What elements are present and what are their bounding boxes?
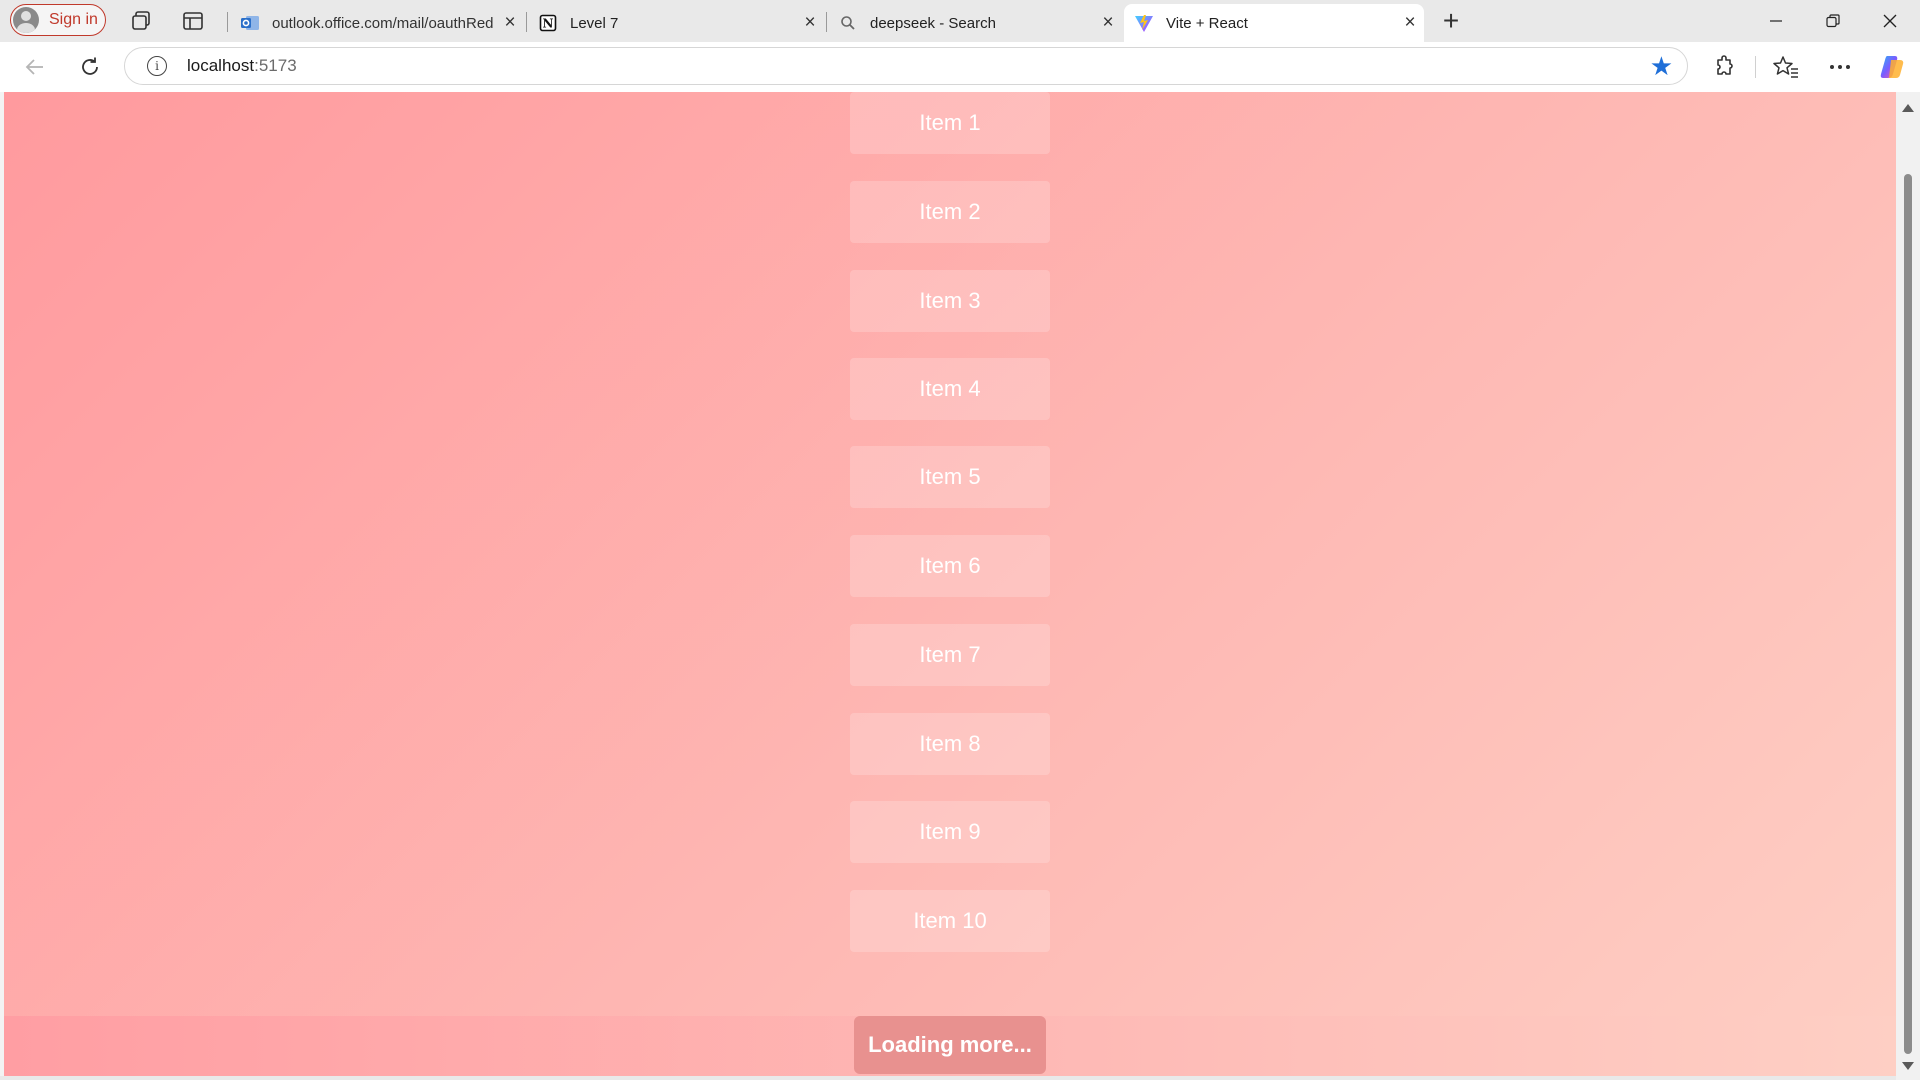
vertical-tabs-icon[interactable]: [180, 8, 206, 34]
favorite-star-icon[interactable]: ★: [1650, 52, 1673, 80]
refresh-icon[interactable]: [75, 52, 105, 82]
address-bar[interactable]: i localhost:5173 ★: [124, 47, 1688, 85]
list-item: Item 8: [850, 713, 1050, 775]
tab-title: deepseek - Search: [870, 14, 996, 32]
tab-vite-react[interactable]: Vite + React ×: [1124, 4, 1424, 42]
workspaces-icon[interactable]: [128, 8, 154, 34]
avatar: [13, 7, 39, 33]
tab-deepseek-search[interactable]: deepseek - Search ×: [828, 4, 1122, 42]
tab-strip: Sign in outlook.office.com/mail/oauthRed…: [0, 0, 1920, 42]
list-item: Item 2: [850, 181, 1050, 243]
loading-indicator: Loading more...: [854, 1016, 1046, 1074]
list-item: Item 5: [850, 446, 1050, 508]
close-tab-icon[interactable]: ×: [1094, 12, 1122, 34]
scroll-thumb[interactable]: [1904, 174, 1912, 1054]
sign-in-label: Sign in: [49, 11, 98, 28]
tab-title: Vite + React: [1166, 14, 1248, 32]
tab-separator: [227, 12, 228, 32]
url-text[interactable]: localhost:5173: [187, 56, 297, 76]
vertical-scrollbar[interactable]: [1896, 92, 1920, 1080]
tab-level-7[interactable]: N Level 7 ×: [528, 4, 824, 42]
list-item: Item 10: [850, 890, 1050, 952]
tab-separator: [526, 12, 527, 32]
site-info-icon[interactable]: i: [147, 56, 167, 76]
sign-in-button[interactable]: Sign in: [10, 4, 106, 36]
scroll-down-arrow-icon[interactable]: [1902, 1062, 1914, 1070]
list-item: Item 9: [850, 801, 1050, 863]
copilot-icon[interactable]: [1877, 52, 1907, 82]
close-tab-icon[interactable]: ×: [796, 12, 824, 34]
browser-toolbar: i localhost:5173 ★: [0, 42, 1920, 92]
list-item: Item 4: [850, 358, 1050, 420]
page-viewport: Item 1 Item 2 Item 3 Item 4 Item 5 Item …: [4, 92, 1896, 1076]
window-bottom-edge: [0, 1076, 1896, 1080]
url-host: localhost: [187, 56, 255, 75]
url-port: :5173: [254, 56, 297, 75]
minimize-icon[interactable]: [1748, 4, 1804, 38]
restore-icon[interactable]: [1805, 4, 1861, 38]
svg-text:N: N: [543, 17, 554, 31]
close-tab-icon[interactable]: ×: [496, 12, 524, 34]
tab-title: Level 7: [570, 14, 619, 32]
list-item: Item 1: [850, 92, 1050, 154]
extensions-icon[interactable]: [1710, 52, 1740, 82]
list-item: Item 7: [850, 624, 1050, 686]
outlook-icon: [240, 13, 260, 33]
notion-icon: N: [538, 13, 558, 33]
vite-icon: [1134, 13, 1154, 33]
back-icon[interactable]: [20, 52, 50, 82]
list-item: Item 3: [850, 270, 1050, 332]
more-menu-icon[interactable]: [1825, 52, 1855, 82]
tab-title: outlook.office.com/mail/oauthRed: [272, 14, 494, 32]
tab-outlook[interactable]: outlook.office.com/mail/oauthRed ×: [230, 4, 524, 42]
scroll-up-arrow-icon[interactable]: [1902, 104, 1914, 112]
new-tab-button[interactable]: +: [1434, 6, 1468, 36]
tab-separator: [826, 12, 827, 32]
favorites-icon[interactable]: [1771, 52, 1801, 82]
search-icon: [838, 13, 858, 33]
close-window-icon[interactable]: [1862, 4, 1918, 38]
toolbar-separator: [1755, 56, 1756, 78]
list-item: Item 6: [850, 535, 1050, 597]
close-tab-icon[interactable]: ×: [1396, 12, 1424, 34]
